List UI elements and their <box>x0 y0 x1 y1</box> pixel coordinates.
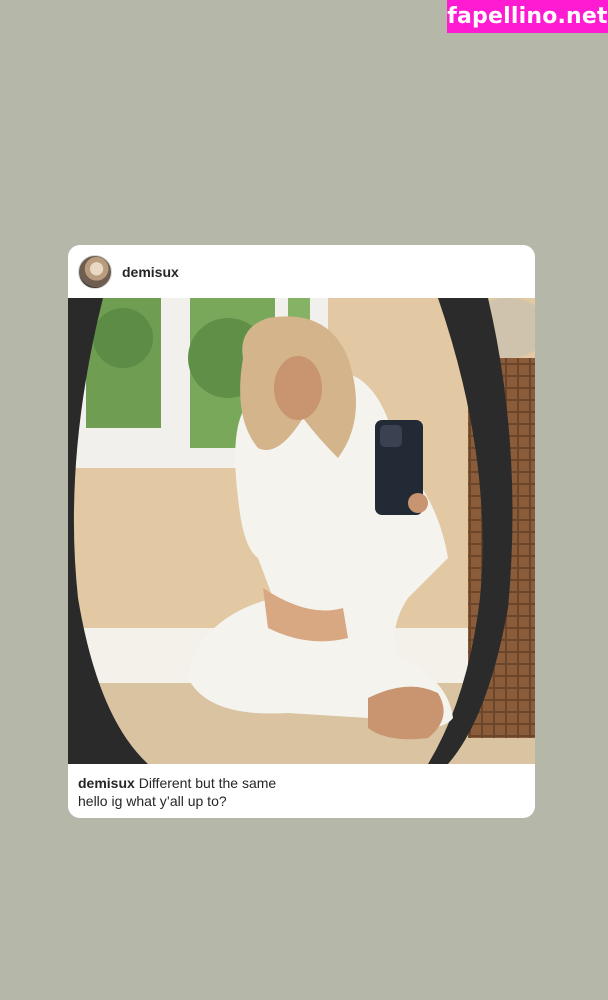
post-header[interactable]: demisux <box>68 245 535 298</box>
caption-text-1: Different but the same <box>138 775 277 791</box>
avatar[interactable] <box>78 254 112 289</box>
caption-username[interactable]: demisux <box>78 775 135 791</box>
post-username[interactable]: demisux <box>122 264 179 280</box>
post-photo[interactable] <box>68 298 535 764</box>
mirror-selfie-image <box>68 298 535 764</box>
caption-line-1: demisux Different but the same <box>78 774 525 792</box>
shared-post-card[interactable]: demisux demisux Different but the same h… <box>68 245 535 818</box>
watermark-badge: fapellino.net <box>447 0 608 33</box>
post-caption: demisux Different but the same hello ig … <box>68 764 535 810</box>
caption-line-2: hello ig what y’all up to? <box>78 793 227 809</box>
watermark-text: fapellino.net <box>447 4 608 29</box>
